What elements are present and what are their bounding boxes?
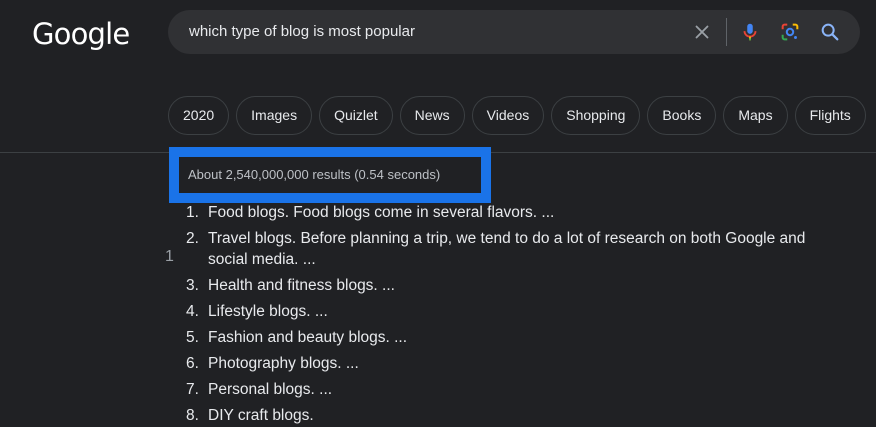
chip-flights[interactable]: Flights: [794, 96, 866, 135]
list-item-text: Personal blogs. ...: [208, 381, 333, 398]
chip-shopping[interactable]: Shopping: [551, 96, 641, 135]
chip-images[interactable]: Images: [236, 96, 313, 135]
list-item-number: 2.: [186, 230, 199, 247]
list-item-number: 1.: [186, 204, 199, 221]
result-stats: About 2,540,000,000 results (0.54 second…: [188, 167, 441, 182]
close-icon[interactable]: [691, 21, 713, 43]
list-item: 8. DIY craft blogs.: [186, 405, 826, 426]
list-item: 2. Travel blogs. Before planning a trip, …: [186, 228, 826, 270]
search-results-page: Google which type of blog is most popula…: [0, 0, 876, 427]
list-item-number: 5.: [186, 329, 199, 346]
chip-2020[interactable]: 2020: [168, 96, 230, 135]
list-item-text: Lifestyle blogs. ...: [208, 303, 328, 320]
list-item: 7. Personal blogs. ...: [186, 379, 826, 400]
google-logo[interactable]: Google: [32, 14, 130, 54]
search-input[interactable]: which type of blog is most popular: [189, 10, 415, 54]
search-bar-divider: [726, 18, 727, 46]
chip-maps[interactable]: Maps: [723, 96, 788, 135]
list-item-text: Health and fitness blogs. ...: [208, 277, 395, 294]
list-item-text: DIY craft blogs.: [208, 407, 314, 424]
microphone-icon[interactable]: [739, 21, 761, 43]
chip-news[interactable]: News: [399, 96, 465, 135]
search-bar[interactable]: which type of blog is most popular: [168, 10, 860, 54]
list-item: 5. Fashion and beauty blogs. ...: [186, 327, 826, 348]
list-item: 6. Photography blogs. ...: [186, 353, 826, 374]
list-item-number: 7.: [186, 381, 199, 398]
list-item-number: 8.: [186, 407, 199, 424]
google-lens-icon[interactable]: [779, 21, 801, 43]
chip-books[interactable]: Books: [647, 96, 717, 135]
list-item-number: 6.: [186, 355, 199, 372]
chip-quizlet[interactable]: Quizlet: [319, 96, 393, 135]
list-item-number: 3.: [186, 277, 199, 294]
search-icon[interactable]: [819, 21, 841, 43]
list-item-text: Food blogs. Food blogs come in several f…: [208, 204, 555, 221]
list-item: 1. Food blogs. Food blogs come in several…: [186, 202, 826, 223]
list-item: 4. Lifestyle blogs. ...: [186, 301, 826, 322]
list-item-number: 4.: [186, 303, 199, 320]
list-item-text: Travel blogs. Before planning a trip, we…: [208, 230, 806, 268]
list-item-text: Photography blogs. ...: [208, 355, 359, 372]
list-item: 3. Health and fitness blogs. ...: [186, 275, 826, 296]
chip-videos[interactable]: Videos: [471, 96, 545, 135]
featured-snippet-list: 1. Food blogs. Food blogs come in several…: [186, 202, 826, 427]
side-marker: 1: [165, 248, 174, 265]
result-stats-highlight: About 2,540,000,000 results (0.54 second…: [169, 147, 491, 203]
list-item-text: Fashion and beauty blogs. ...: [208, 329, 408, 346]
filter-chips: 2020 Images Quizlet News Videos Shopping…: [168, 96, 866, 135]
